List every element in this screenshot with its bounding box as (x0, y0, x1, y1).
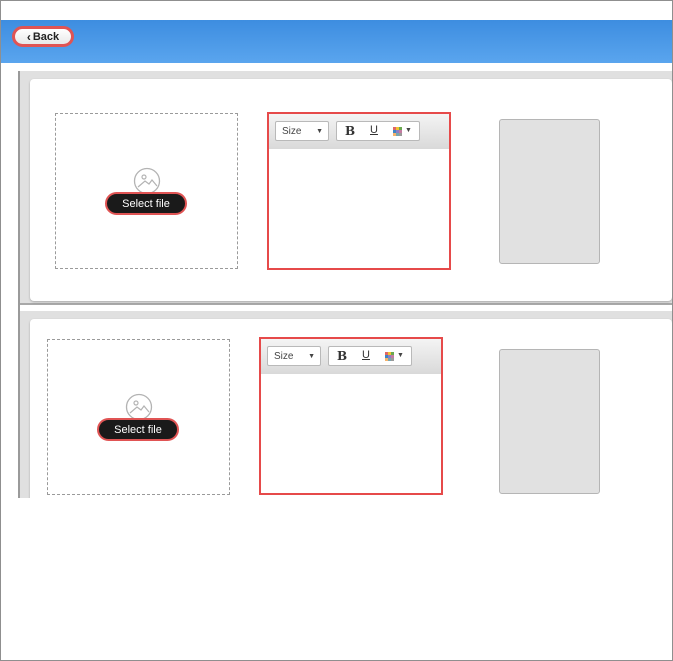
preview-panel (499, 349, 600, 494)
content-scroll-area[interactable]: Select file Size ▼ B U ▼ Select file Siz… (18, 71, 672, 498)
chevron-left-icon: ‹ (26, 29, 31, 44)
content-card: Select file Size ▼ B U ▼ (30, 319, 672, 498)
back-label: Back (32, 30, 60, 43)
text-editor[interactable]: Size ▼ B U ▼ (259, 337, 443, 495)
size-dropdown[interactable]: Size ▼ (275, 121, 329, 141)
header-bar: ‹ Back (1, 20, 672, 63)
select-file-button[interactable]: Select file (105, 192, 187, 215)
color-caret-icon[interactable]: ▼ (405, 127, 412, 134)
size-label: Size (274, 350, 294, 362)
image-dropzone[interactable]: Select file (47, 339, 230, 495)
format-button-group: B U ▼ (336, 121, 420, 141)
image-placeholder-icon (133, 167, 161, 195)
app-frame: ‹ Back Select file Size ▼ B U ▼ Select f… (0, 0, 673, 661)
color-grid-icon[interactable] (393, 127, 402, 136)
dropdown-caret-icon: ▼ (316, 127, 323, 135)
select-file-button[interactable]: Select file (97, 418, 179, 441)
dropdown-caret-icon: ▼ (308, 352, 315, 360)
bold-button[interactable]: B (345, 124, 355, 138)
image-dropzone[interactable]: Select file (55, 113, 238, 269)
image-placeholder-icon (125, 393, 153, 421)
text-editor[interactable]: Size ▼ B U ▼ (267, 112, 451, 270)
bold-button[interactable]: B (337, 349, 347, 363)
back-button[interactable]: ‹ Back (12, 26, 74, 47)
underline-button[interactable]: U (362, 349, 370, 361)
content-card: Select file Size ▼ B U ▼ (30, 79, 672, 301)
content-row: Select file Size ▼ B U ▼ (20, 71, 672, 305)
color-caret-icon[interactable]: ▼ (397, 352, 404, 359)
editor-toolbar: Size ▼ B U ▼ (261, 339, 441, 374)
size-dropdown[interactable]: Size ▼ (267, 346, 321, 366)
editor-toolbar: Size ▼ B U ▼ (269, 114, 449, 149)
size-label: Size (282, 125, 302, 137)
format-button-group: B U ▼ (328, 346, 412, 366)
underline-button[interactable]: U (370, 124, 378, 136)
color-grid-icon[interactable] (385, 352, 394, 361)
content-row: Select file Size ▼ B U ▼ (20, 311, 672, 498)
preview-panel (499, 119, 600, 264)
